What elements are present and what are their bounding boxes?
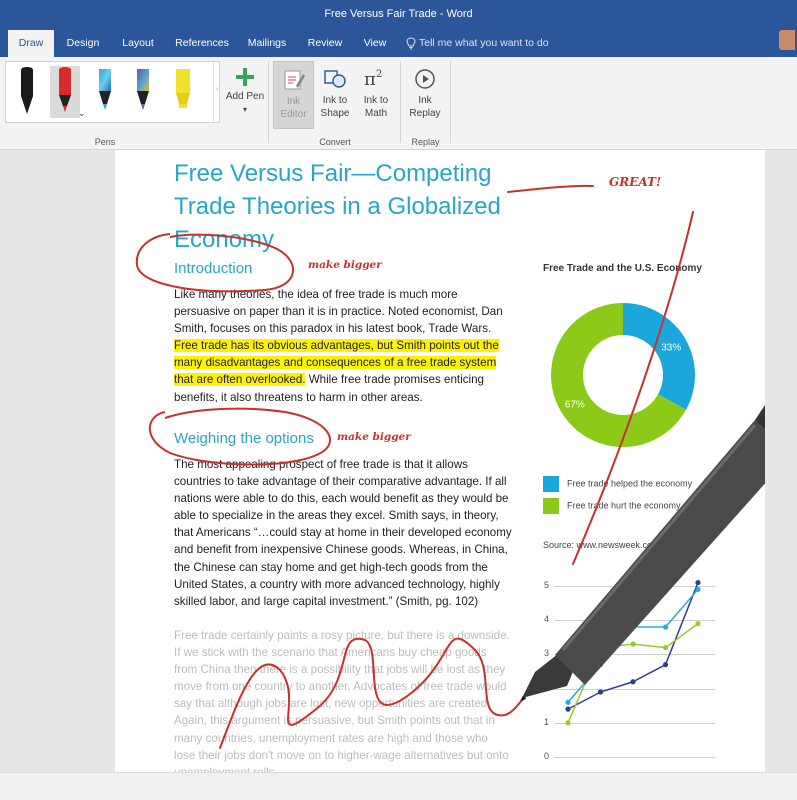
- tell-me-search[interactable]: Tell me what you want to do: [406, 30, 549, 57]
- status-bar: [0, 772, 797, 800]
- svg-text:π: π: [364, 69, 376, 90]
- divider: [450, 61, 451, 143]
- yellow-highlighter[interactable]: [168, 66, 198, 118]
- ribbon-tab-bar: Draw Design Layout References Mailings R…: [0, 30, 797, 57]
- stylus-pen: [520, 405, 765, 701]
- lightbulb-icon: [406, 37, 416, 50]
- ink-replay-button[interactable]: Ink Replay: [405, 67, 445, 127]
- galaxy-pen-blue[interactable]: [90, 66, 120, 118]
- pens-group-label: Pens: [94, 137, 116, 147]
- pi-math-icon: π2: [364, 69, 382, 90]
- black-pen[interactable]: [12, 66, 42, 118]
- tab-draw[interactable]: Draw: [8, 30, 54, 57]
- pens-gallery: ⌄ ›: [5, 61, 220, 123]
- add-pen-button[interactable]: Add Pen ▾: [222, 67, 268, 127]
- avatar[interactable]: [779, 30, 795, 50]
- tell-me-text: Tell me what you want to do: [419, 37, 549, 49]
- tab-review[interactable]: Review: [302, 30, 348, 57]
- draw-ribbon: ⌄ › Add Pen ▾ Pens Ink Editor Ink to Shape …: [0, 57, 797, 150]
- convert-group-label: Convert: [319, 137, 351, 147]
- tab-design[interactable]: Design: [60, 30, 106, 57]
- shapes-icon: [324, 70, 346, 88]
- plus-icon: [236, 68, 254, 86]
- divider: [400, 61, 401, 143]
- tab-references[interactable]: References: [172, 30, 232, 57]
- tab-layout[interactable]: Layout: [115, 30, 161, 57]
- pens-scroll-arrow[interactable]: ›: [213, 62, 220, 122]
- tab-view[interactable]: View: [355, 30, 395, 57]
- replay-icon: [415, 69, 435, 89]
- replay-group-label: Replay: [411, 137, 440, 147]
- document-page[interactable]: Free Versus Fair—Competing Trade Theorie…: [115, 150, 765, 772]
- red-pen[interactable]: [50, 66, 80, 118]
- chevron-down-icon[interactable]: ⌄: [78, 108, 86, 119]
- document-canvas: Free Versus Fair—Competing Trade Theorie…: [0, 150, 797, 800]
- chevron-down-icon: ▾: [242, 105, 247, 114]
- divider: [268, 61, 269, 143]
- ink-to-math-button[interactable]: π2 Ink to Math: [356, 67, 396, 127]
- ink-to-shape-button[interactable]: Ink to Shape: [315, 67, 355, 127]
- tab-mailings[interactable]: Mailings: [242, 30, 292, 57]
- galaxy-pen-purple[interactable]: [128, 66, 158, 118]
- ink-editor-icon: [284, 70, 305, 90]
- svg-text:2: 2: [376, 69, 382, 80]
- window-title: Free Versus Fair Trade - Word: [324, 8, 473, 20]
- add-pen-label: Add Pen: [225, 91, 265, 102]
- title-bar: Free Versus Fair Trade - Word: [0, 0, 797, 30]
- ink-editor-button[interactable]: Ink Editor: [273, 61, 314, 129]
